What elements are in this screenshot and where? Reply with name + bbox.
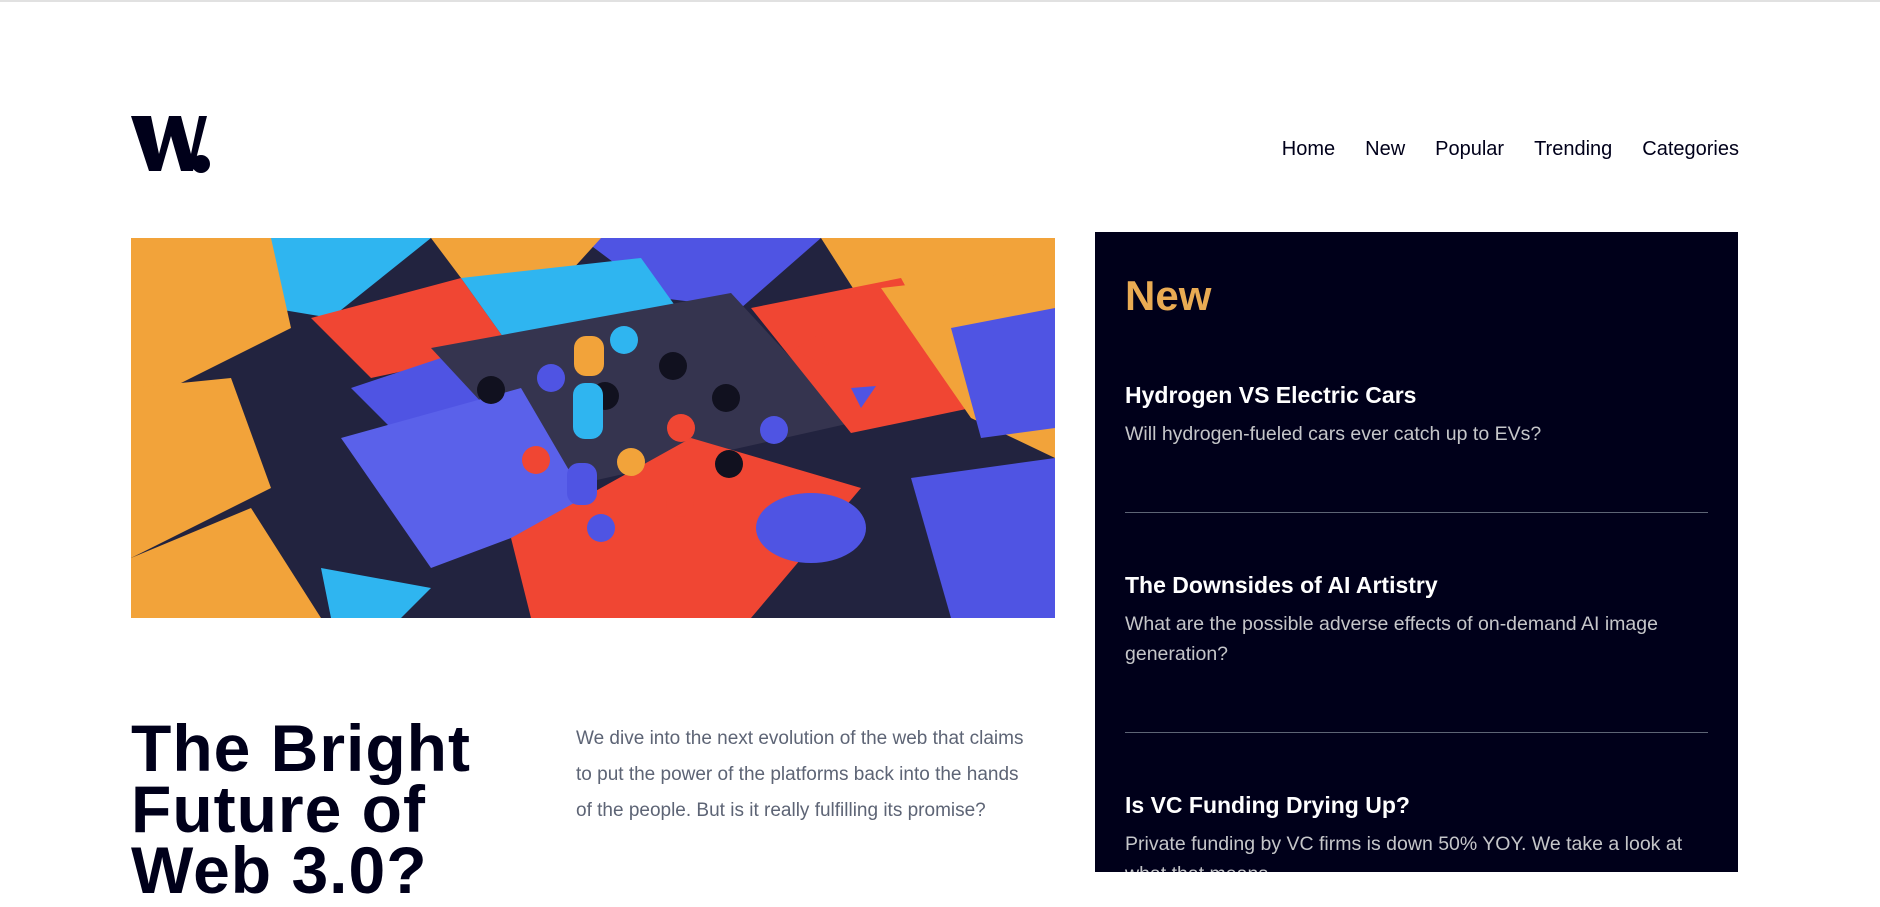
- article-description: We dive into the next evolution of the w…: [576, 728, 1024, 821]
- sidebar-article-summary: Will hydrogen-fueled cars ever catch up …: [1125, 423, 1542, 445]
- logo-mark-icon: [131, 116, 210, 173]
- panel-title: New: [1125, 272, 1212, 319]
- new-articles-panel: New Hydrogen VS Electric Cars Will hydro…: [1095, 232, 1738, 872]
- brand-logo[interactable]: [131, 116, 215, 176]
- sidebar-divider: [1125, 512, 1708, 513]
- sidebar-article-2[interactable]: The Downsides of AI Artistry What are th…: [1125, 572, 1708, 669]
- sidebar-article-3[interactable]: Is VC Funding Drying Up? Private funding…: [1125, 792, 1708, 872]
- sidebar-article-1[interactable]: Hydrogen VS Electric Cars Will hydrogen-…: [1125, 382, 1708, 449]
- sidebar-article-title[interactable]: The Downsides of AI Artistry: [1125, 572, 1708, 599]
- top-border: [0, 0, 1880, 2]
- nav-trending-link[interactable]: Trending: [1534, 138, 1612, 161]
- sidebar-divider: [1125, 732, 1708, 733]
- sidebar-article-title[interactable]: Hydrogen VS Electric Cars: [1125, 382, 1708, 409]
- nav-new-link[interactable]: New: [1365, 138, 1405, 161]
- page: Home New Popular Trending Categories The…: [0, 0, 1880, 903]
- article-title[interactable]: The Bright Future of Web 3.0?: [131, 715, 551, 903]
- hero-image: [131, 238, 1055, 618]
- nav-popular-link[interactable]: Popular: [1435, 138, 1504, 161]
- main-nav: Home New Popular Trending Categories: [1282, 138, 1739, 161]
- nav-categories-link[interactable]: Categories: [1642, 138, 1739, 161]
- sidebar-article-summary: Private funding by VC firms is down 50% …: [1125, 833, 1683, 872]
- sidebar-article-title[interactable]: Is VC Funding Drying Up?: [1125, 792, 1708, 819]
- sidebar-article-summary: What are the possible adverse effects of…: [1125, 613, 1658, 665]
- nav-home-link[interactable]: Home: [1282, 138, 1335, 161]
- abstract-blocks-illustration-icon: [131, 238, 1055, 618]
